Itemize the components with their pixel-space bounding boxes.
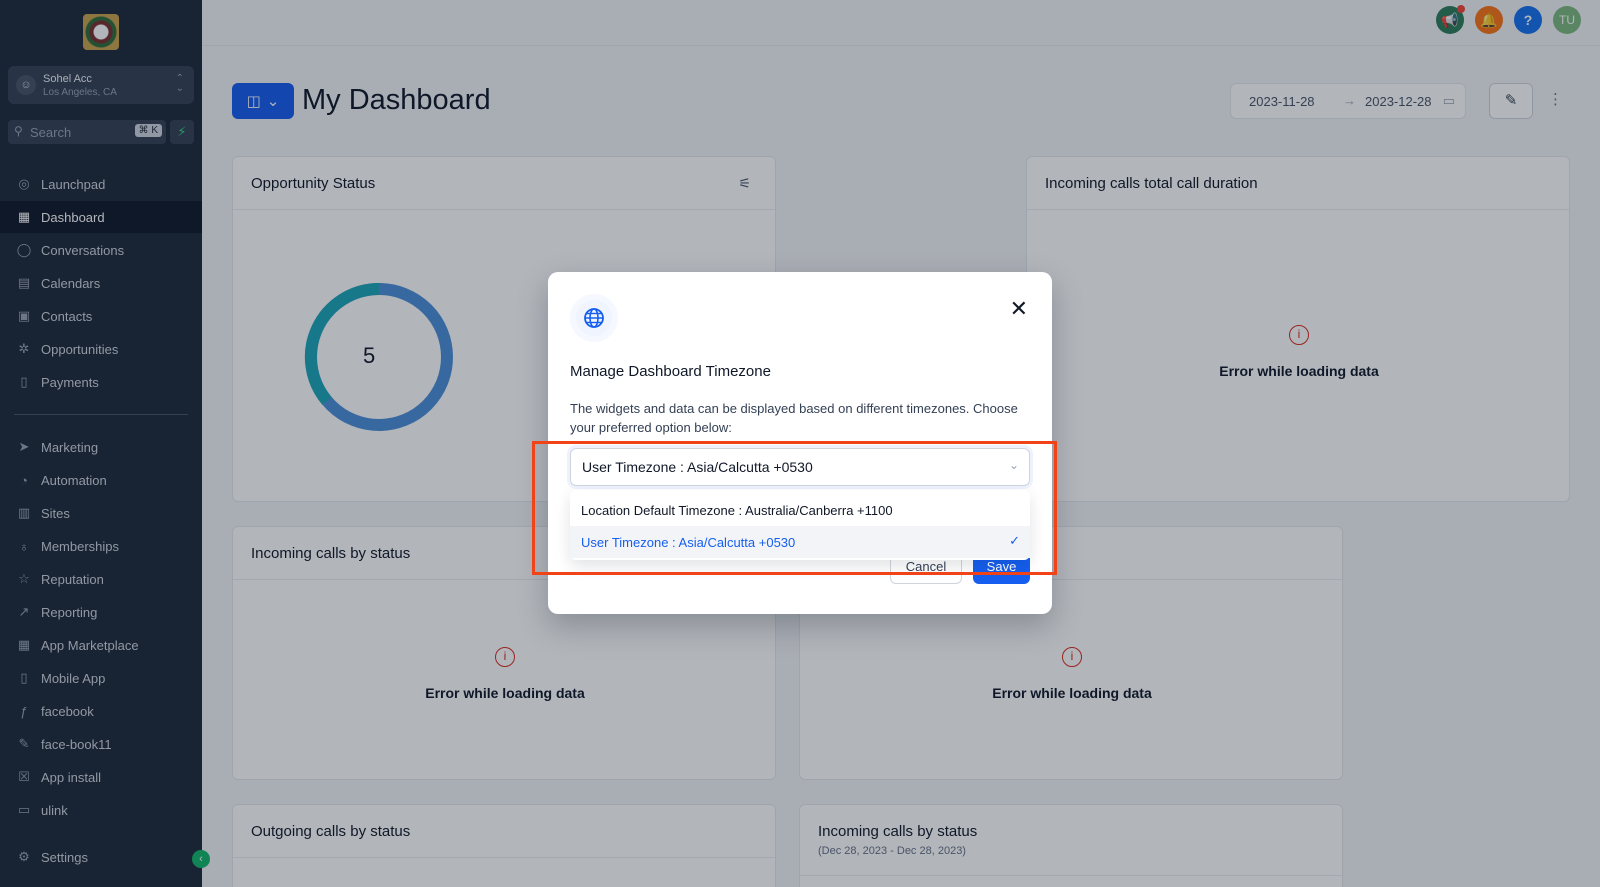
option-label: User Timezone : Asia/Calcutta +0530 xyxy=(581,535,796,550)
modal-title: Manage Dashboard Timezone xyxy=(570,363,771,380)
timezone-option-user[interactable]: User Timezone : Asia/Calcutta +0530 ✓ xyxy=(570,526,1030,558)
timezone-option-location-default[interactable]: Location Default Timezone : Australia/Ca… xyxy=(570,494,1030,526)
globe-icon xyxy=(584,308,604,328)
timezone-select-value: User Timezone : Asia/Calcutta +0530 xyxy=(582,459,813,475)
timezone-select[interactable]: User Timezone : Asia/Calcutta +0530 ⌄ xyxy=(570,448,1030,486)
close-icon[interactable]: ✕ xyxy=(1010,298,1028,320)
timezone-modal: ✕ Manage Dashboard Timezone The widgets … xyxy=(548,272,1052,614)
globe-icon-badge xyxy=(570,294,618,342)
check-icon: ✓ xyxy=(1009,533,1020,548)
timezone-dropdown: Location Default Timezone : Australia/Ca… xyxy=(570,490,1030,560)
chevron-down-icon: ⌄ xyxy=(1008,458,1019,472)
option-label: Location Default Timezone : Australia/Ca… xyxy=(581,503,893,518)
modal-description: The widgets and data can be displayed ba… xyxy=(570,401,1018,435)
